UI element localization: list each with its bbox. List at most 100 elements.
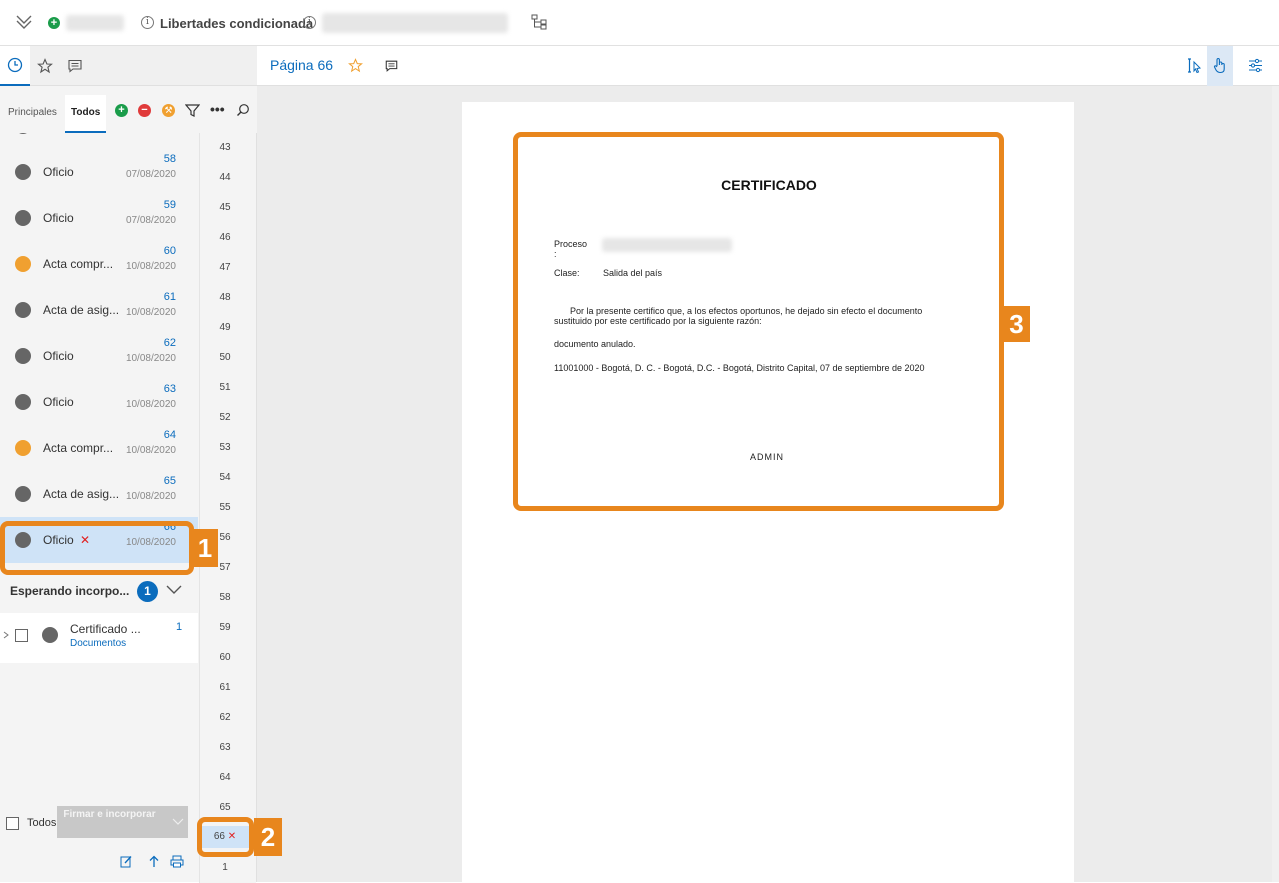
gutter-page-number[interactable]: 48 bbox=[200, 292, 250, 303]
clock-icon bbox=[7, 57, 23, 73]
gutter-page-number[interactable]: 59 bbox=[200, 622, 250, 633]
stamp-icon bbox=[15, 210, 31, 226]
pending-item-num: 1 bbox=[176, 621, 183, 633]
tab-favorites[interactable] bbox=[30, 46, 60, 86]
gutter-page-number[interactable]: 62 bbox=[200, 712, 250, 723]
search-icon[interactable] bbox=[236, 103, 250, 117]
gutter-page-number[interactable]: 54 bbox=[200, 472, 250, 483]
chevron-down-icon[interactable] bbox=[165, 584, 183, 596]
list-item-date: 07/08/2020 bbox=[125, 169, 176, 180]
gutter-page-number[interactable]: 46 bbox=[200, 232, 250, 243]
blurred-record-detail bbox=[322, 13, 508, 33]
info-icon[interactable]: i bbox=[141, 16, 154, 29]
gutter-page-number[interactable]: 49 bbox=[200, 322, 250, 333]
gavel-action-icon[interactable]: ⚒ bbox=[162, 104, 175, 117]
callout-number-3: 3 bbox=[1003, 306, 1030, 342]
stamp-icon bbox=[15, 133, 31, 134]
pan-tool-button[interactable] bbox=[1207, 46, 1233, 86]
page-thumbnail-gutter: 43 44 45 46 47 48 49 50 51 52 53 54 55 56 57 58 59 60 61 62… bbox=[199, 133, 256, 883]
sidebar-footer: Todos Firmar e incorporar bbox=[0, 800, 198, 882]
pending-section-header[interactable]: Esperando incorpo... 1 bbox=[0, 573, 198, 609]
hand-icon bbox=[1213, 57, 1225, 74]
list-item-label: Oficio bbox=[43, 211, 74, 225]
expand-chevron-icon[interactable] bbox=[3, 631, 9, 639]
gutter-page-number[interactable]: 44 bbox=[200, 172, 250, 183]
list-item-label: Acta compr... bbox=[43, 441, 114, 455]
list-item-label: Acta de asig... bbox=[43, 487, 120, 501]
settings-sliders-icon[interactable] bbox=[1248, 58, 1263, 73]
info-icon[interactable]: i bbox=[303, 16, 316, 29]
gutter-page-number[interactable]: 61 bbox=[200, 682, 250, 693]
record-title: Libertades condicionada bbox=[160, 16, 314, 31]
subtab-todos[interactable]: Todos bbox=[65, 95, 107, 133]
comment-icon[interactable] bbox=[384, 59, 399, 73]
list-item[interactable]: Acta compr... 60 10/08/2020 bbox=[0, 241, 198, 287]
gutter-page-number[interactable]: 51 bbox=[200, 382, 250, 393]
list-item[interactable]: Acta de asig... 65 10/08/2020 bbox=[0, 471, 198, 517]
hierarchy-icon[interactable] bbox=[531, 14, 547, 30]
list-item[interactable]: Acta de asig...07/08/2020 bbox=[0, 133, 198, 149]
list-item-label: Oficio bbox=[43, 349, 74, 363]
sign-and-incorporate-button[interactable]: Firmar e incorporar bbox=[57, 806, 188, 838]
gutter-page-number[interactable]: 55 bbox=[200, 502, 250, 513]
gutter-page-number[interactable]: 58 bbox=[200, 592, 250, 603]
list-item-date: 07/08/2020 bbox=[126, 133, 176, 134]
upload-icon[interactable] bbox=[148, 855, 160, 868]
pending-item[interactable]: Certificado ... Documentos 1 bbox=[0, 613, 198, 663]
gutter-page-number[interactable]: 52 bbox=[200, 412, 250, 423]
add-document-icon[interactable]: + bbox=[115, 104, 128, 117]
pending-item-label: Certificado ... bbox=[70, 622, 141, 636]
text-select-icon[interactable] bbox=[1186, 57, 1202, 74]
vertical-scrollbar[interactable] bbox=[1272, 86, 1279, 882]
list-item-label: Oficio bbox=[43, 395, 74, 409]
list-item-label: Acta de asig... bbox=[43, 303, 120, 317]
list-item[interactable]: Oficio 58 07/08/2020 bbox=[0, 149, 198, 195]
more-options-icon[interactable]: ••• bbox=[210, 101, 225, 117]
list-item-date: 10/08/2020 bbox=[125, 399, 176, 410]
list-item[interactable]: Oficio 59 07/08/2020 bbox=[0, 195, 198, 241]
callout-number-1: 1 bbox=[192, 529, 218, 567]
list-item-number: 61 bbox=[163, 291, 176, 303]
gutter-page-number[interactable]: 50 bbox=[200, 352, 250, 363]
gutter-page-number[interactable]: 65 bbox=[200, 802, 250, 813]
gutter-page-number[interactable]: 60 bbox=[200, 652, 250, 663]
gavel-icon bbox=[15, 440, 31, 456]
chevron-down-icon[interactable] bbox=[172, 818, 184, 826]
gutter-page-number[interactable]: 53 bbox=[200, 442, 250, 453]
edit-icon[interactable] bbox=[120, 855, 133, 868]
gutter-page-number[interactable]: 43 bbox=[200, 142, 250, 153]
pending-title: Esperando incorpo... bbox=[10, 584, 130, 598]
subtab-principales[interactable]: Principales bbox=[8, 107, 57, 118]
tab-comments[interactable] bbox=[60, 46, 90, 86]
list-item-number: 65 bbox=[163, 475, 176, 487]
tab-history[interactable] bbox=[0, 46, 30, 86]
list-item[interactable]: Acta compr... 64 10/08/2020 bbox=[0, 425, 198, 471]
pending-item-checkbox[interactable] bbox=[15, 629, 28, 642]
stamp-icon bbox=[15, 394, 31, 410]
list-item-date: 10/08/2020 bbox=[125, 261, 176, 272]
gutter-page-number[interactable]: 1 bbox=[200, 862, 250, 873]
gutter-page-number[interactable]: 64 bbox=[200, 772, 250, 783]
callout-box-2 bbox=[197, 817, 254, 857]
list-item[interactable]: Oficio 62 10/08/2020 bbox=[0, 333, 198, 379]
document-icon bbox=[15, 486, 31, 502]
list-item-number: 62 bbox=[163, 337, 176, 349]
callout-box-1 bbox=[0, 521, 194, 575]
list-item[interactable]: Oficio 63 10/08/2020 bbox=[0, 379, 198, 425]
pending-count-badge: 1 bbox=[137, 581, 158, 602]
select-all-checkbox[interactable] bbox=[6, 817, 19, 830]
list-item[interactable]: Acta de asig... 61 10/08/2020 bbox=[0, 287, 198, 333]
pending-item-sub[interactable]: Documentos bbox=[70, 638, 126, 649]
favorite-star-icon[interactable] bbox=[348, 58, 363, 73]
viewer-toolbar: Página 66 bbox=[257, 46, 1279, 86]
callout-box-3 bbox=[513, 132, 1004, 511]
gutter-page-number[interactable]: 63 bbox=[200, 742, 250, 753]
remove-document-icon[interactable]: − bbox=[138, 104, 151, 117]
filter-icon[interactable] bbox=[185, 103, 200, 118]
print-icon[interactable] bbox=[170, 855, 184, 868]
gutter-page-number[interactable]: 47 bbox=[200, 262, 250, 273]
collapse-chevron-icon[interactable] bbox=[14, 12, 34, 32]
list-item-label: Oficio bbox=[43, 165, 74, 179]
gutter-page-number[interactable]: 45 bbox=[200, 202, 250, 213]
add-icon[interactable]: + bbox=[48, 17, 60, 29]
